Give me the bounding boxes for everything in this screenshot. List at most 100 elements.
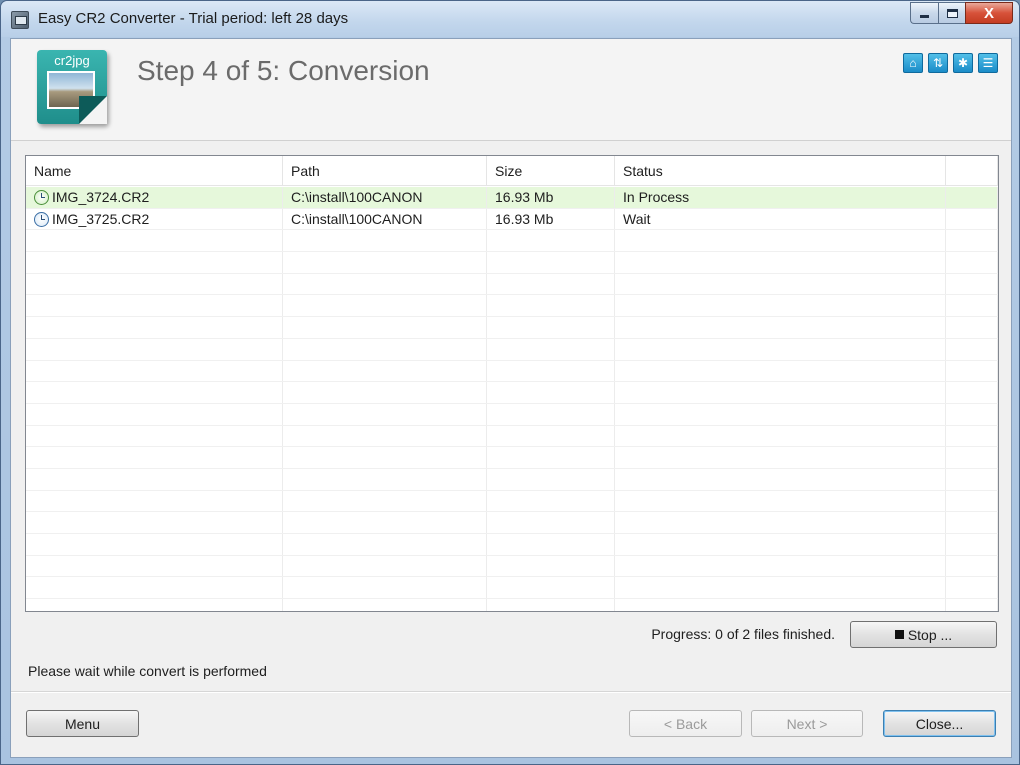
empty-cell <box>283 468 487 490</box>
back-button-label: < Back <box>663 715 708 732</box>
empty-cell <box>26 490 283 512</box>
empty-cell <box>615 468 946 490</box>
list-body: IMG_3724.CR2 C:\install\100CANON 16.93 M… <box>26 187 998 611</box>
status-message: Please wait while convert is performed <box>28 663 267 679</box>
empty-cell <box>283 360 487 382</box>
empty-row <box>26 338 998 361</box>
cell-size: 16.93 Mb <box>487 208 615 230</box>
close-icon: X <box>983 4 994 22</box>
column-header-size[interactable]: Size <box>487 156 615 186</box>
empty-row <box>26 447 998 469</box>
empty-cell <box>615 403 946 425</box>
empty-cell <box>26 273 283 295</box>
in-process-clock-icon <box>34 189 49 205</box>
empty-cell <box>283 230 487 252</box>
empty-cell <box>487 382 615 403</box>
column-header-status[interactable]: Status <box>615 156 946 186</box>
empty-cell <box>615 360 946 382</box>
empty-cell <box>283 534 487 555</box>
app-icon[interactable] <box>11 11 29 29</box>
stop-button-label: Stop ... <box>907 626 953 643</box>
empty-cell <box>487 425 615 447</box>
empty-cell <box>26 403 283 425</box>
home-icon[interactable]: ⌂ <box>903 53 923 73</box>
empty-cell <box>615 599 946 611</box>
empty-cell <box>487 490 615 512</box>
table-row[interactable]: IMG_3725.CR2 C:\install\100CANON 16.93 M… <box>26 208 998 231</box>
network-icon[interactable]: ⇅ <box>928 53 948 73</box>
cell-filler <box>946 208 998 230</box>
cell-size: 16.93 Mb <box>487 187 615 208</box>
back-button[interactable]: < Back <box>629 710 742 737</box>
empty-cell <box>26 555 283 577</box>
maximize-icon <box>946 8 958 18</box>
cell-filler <box>946 187 998 208</box>
empty-cell <box>615 490 946 512</box>
empty-cell <box>487 403 615 425</box>
empty-cell <box>283 577 487 599</box>
empty-cell <box>26 534 283 555</box>
empty-cell <box>946 512 998 533</box>
info-icon[interactable]: ☰ <box>978 53 998 73</box>
empty-row <box>26 555 998 578</box>
stop-button[interactable]: Stop ... <box>850 621 997 648</box>
empty-cell <box>26 252 283 273</box>
empty-cell <box>946 534 998 555</box>
empty-cell <box>946 577 998 599</box>
wizard-footer: Menu < Back Next > Close... <box>11 691 1011 757</box>
empty-cell <box>26 295 283 317</box>
cell-name: IMG_3725.CR2 <box>26 208 283 230</box>
settings-icon[interactable]: ✱ <box>953 53 973 73</box>
close-window-button[interactable]: X <box>965 2 1013 24</box>
empty-cell <box>615 317 946 338</box>
empty-cell <box>283 512 487 533</box>
empty-row <box>26 468 998 491</box>
window-title: Easy CR2 Converter - Trial period: left … <box>38 10 349 27</box>
client-area: cr2jpg Step 4 of 5: Conversion ⌂ ⇅ ✱ ☰ N… <box>10 38 1012 758</box>
empty-cell <box>946 468 998 490</box>
empty-cell <box>26 338 283 360</box>
empty-cell <box>615 252 946 273</box>
empty-cell <box>615 295 946 317</box>
empty-cell <box>26 468 283 490</box>
empty-cell <box>487 534 615 555</box>
close-button[interactable]: Close... <box>883 710 996 737</box>
maximize-button[interactable] <box>938 2 965 24</box>
footer-divider <box>11 692 1011 693</box>
empty-row <box>26 512 998 534</box>
file-list[interactable]: Name Path Size Status IMG_3724.CR2 C:\in… <box>25 155 999 612</box>
table-row[interactable]: IMG_3724.CR2 C:\install\100CANON 16.93 M… <box>26 187 998 209</box>
empty-cell <box>487 447 615 468</box>
logo-label: cr2jpg <box>54 53 90 68</box>
column-header-name[interactable]: Name <box>26 156 283 186</box>
empty-cell <box>487 468 615 490</box>
cell-path: C:\install\100CANON <box>283 208 487 230</box>
empty-cell <box>283 403 487 425</box>
cell-status: Wait <box>615 208 946 230</box>
empty-cell <box>946 490 998 512</box>
empty-row <box>26 230 998 253</box>
empty-cell <box>946 447 998 468</box>
empty-cell <box>26 447 283 468</box>
title-bar[interactable]: Easy CR2 Converter - Trial period: left … <box>1 1 1019 37</box>
header-toolbar: ⌂ ⇅ ✱ ☰ <box>903 53 998 73</box>
empty-cell <box>615 338 946 360</box>
empty-cell <box>487 230 615 252</box>
wizard-header: cr2jpg Step 4 of 5: Conversion ⌂ ⇅ ✱ ☰ <box>11 39 1011 141</box>
menu-button[interactable]: Menu <box>26 710 139 737</box>
next-button[interactable]: Next > <box>751 710 863 737</box>
cell-status: In Process <box>615 187 946 208</box>
empty-cell <box>487 273 615 295</box>
column-header-path[interactable]: Path <box>283 156 487 186</box>
empty-cell <box>26 360 283 382</box>
empty-cell <box>487 512 615 533</box>
file-name: IMG_3724.CR2 <box>52 188 150 205</box>
empty-row <box>26 252 998 274</box>
wait-clock-icon <box>34 211 49 227</box>
empty-cell <box>615 230 946 252</box>
minimize-button[interactable] <box>910 2 938 24</box>
empty-row <box>26 599 998 611</box>
empty-row <box>26 425 998 448</box>
stop-icon <box>894 630 904 639</box>
empty-cell <box>946 230 998 252</box>
